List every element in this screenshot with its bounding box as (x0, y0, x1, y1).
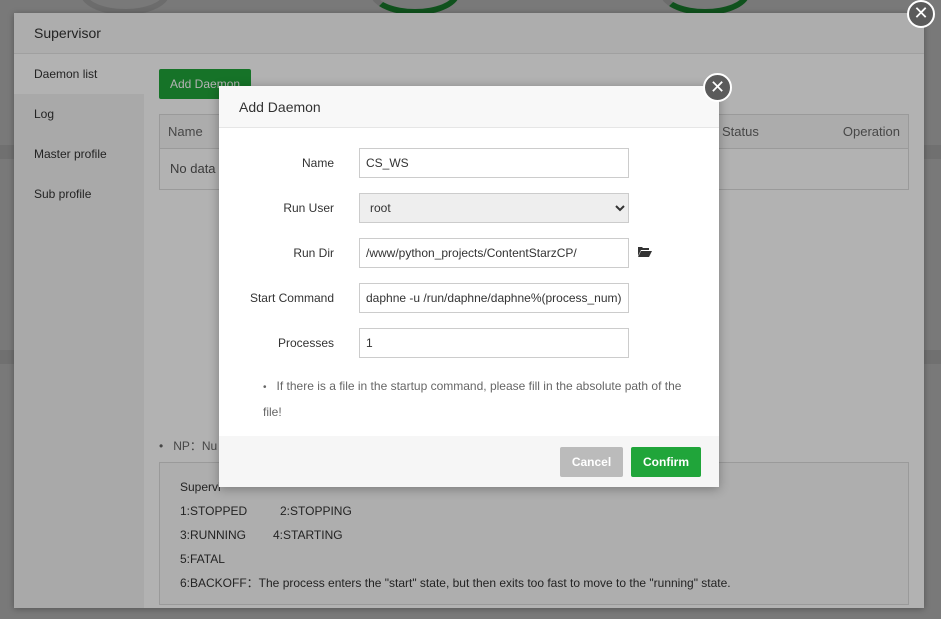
processes-label: Processes (277, 336, 334, 350)
dialog-title: Add Daemon (219, 86, 719, 128)
form-row-start-command: Start Command (219, 283, 719, 313)
close-icon: ✕ (709, 77, 726, 97)
run-dir-label: Run Dir (293, 246, 334, 260)
processes-input[interactable] (359, 328, 629, 358)
form-row-run-dir: Run Dir (219, 238, 719, 268)
form-row-processes: Processes (219, 328, 719, 358)
form-row-name: Name (219, 148, 719, 178)
add-daemon-dialog: Add Daemon Name Run User root Run Dir St… (219, 86, 719, 487)
dialog-footer: Cancel Confirm (219, 436, 719, 487)
close-icon: ✕ (913, 3, 929, 23)
run-user-select[interactable]: root (359, 193, 629, 223)
folder-open-icon[interactable] (638, 246, 652, 257)
startup-hint: If there is a file in the startup comman… (263, 374, 693, 424)
form-row-run-user: Run User root (219, 193, 719, 223)
run-user-label: Run User (283, 201, 334, 215)
name-label: Name (301, 156, 334, 170)
start-command-label: Start Command (249, 291, 334, 305)
run-dir-input[interactable] (359, 238, 629, 268)
dialog-close-button[interactable]: ✕ (703, 73, 732, 102)
supervisor-close-button[interactable]: ✕ (907, 0, 935, 28)
name-input[interactable] (359, 148, 629, 178)
cancel-button[interactable]: Cancel (560, 447, 623, 477)
confirm-button[interactable]: Confirm (631, 447, 701, 477)
start-command-input[interactable] (359, 283, 629, 313)
